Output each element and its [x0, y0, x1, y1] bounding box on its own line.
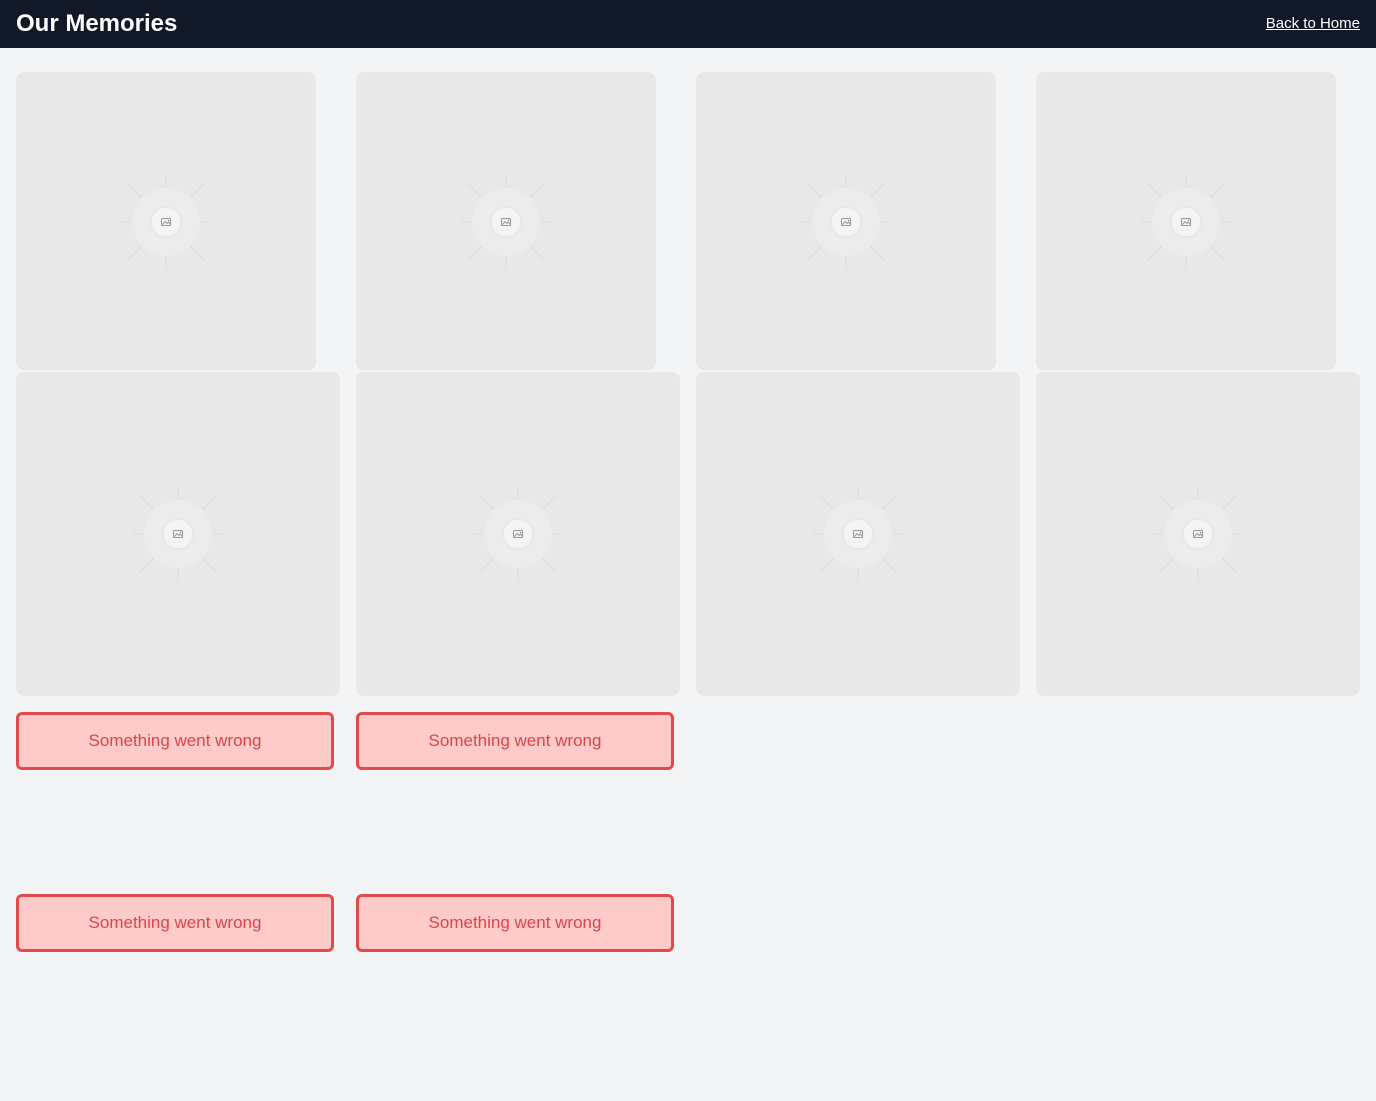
back-to-home-link[interactable]: Back to Home [1266, 15, 1360, 33]
memory-photo-tile[interactable] [16, 72, 316, 370]
image-placeholder-icon [1140, 176, 1232, 268]
error-message-box: Something went wrong [356, 712, 674, 770]
error-message-box: Something went wrong [16, 894, 334, 952]
memory-photo-tile[interactable] [356, 72, 656, 370]
memory-photo-tile[interactable] [356, 372, 680, 696]
memory-photo-tile[interactable] [696, 72, 996, 370]
top-header: Our Memories Back to Home [0, 0, 1376, 48]
memory-photo-tile[interactable] [16, 372, 340, 696]
page-title: Our Memories [16, 10, 178, 37]
memory-photo-tile[interactable] [1036, 72, 1336, 370]
memory-photo-tile[interactable] [696, 372, 1020, 696]
image-placeholder-icon [132, 488, 224, 580]
error-message-box: Something went wrong [16, 712, 334, 770]
image-placeholder-icon [460, 176, 552, 268]
error-message-box: Something went wrong [356, 894, 674, 952]
image-placeholder-icon [812, 488, 904, 580]
image-placeholder-icon [1152, 488, 1244, 580]
memory-photo-tile[interactable] [1036, 372, 1360, 696]
image-placeholder-icon [120, 176, 212, 268]
image-placeholder-icon [472, 488, 564, 580]
image-placeholder-icon [800, 176, 892, 268]
